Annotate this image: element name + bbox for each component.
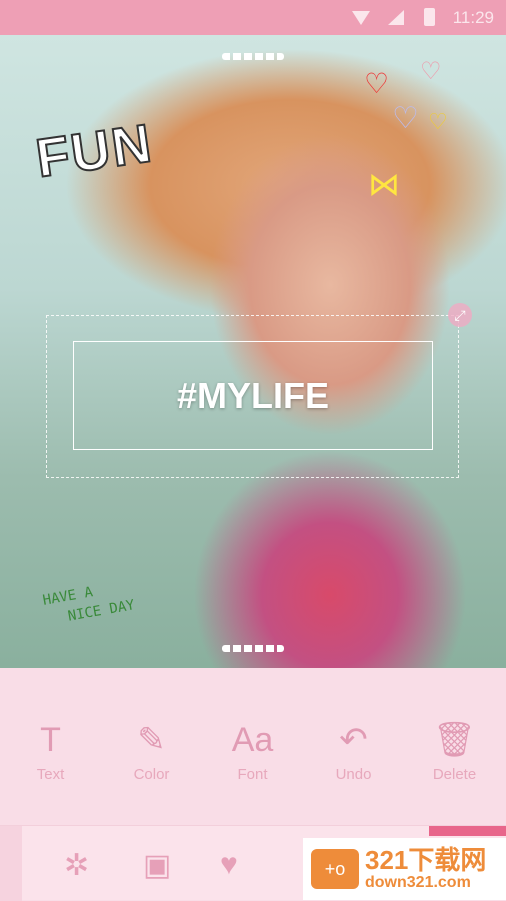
undo-button[interactable]: ↶ Undo: [303, 718, 404, 783]
heart-sticker-icon[interactable]: ♡: [364, 67, 389, 100]
delete-label: Delete: [432, 766, 477, 783]
trash-icon: 🗑: [432, 721, 477, 759]
edit-toolbar: T Text ✎ Color Aa Font ↶ Undo 🗑 Delete: [0, 668, 506, 825]
font-button[interactable]: Aa Font: [202, 718, 303, 783]
color-label: Color: [133, 766, 170, 783]
wifi-icon: [352, 11, 370, 25]
font-icon: Aa: [231, 721, 274, 759]
scroll-left-button[interactable]: [0, 826, 22, 901]
watermark: +o 321下载网 down321.com: [303, 838, 506, 900]
active-tab-indicator: [429, 826, 506, 836]
heart-sticker-icon[interactable]: ♡: [428, 109, 448, 135]
text-icon: T: [40, 721, 61, 759]
bottom-drag-handle[interactable]: [222, 645, 284, 652]
status-time: 11:29: [452, 8, 494, 27]
heart-sticker-icon[interactable]: ♡: [420, 57, 442, 86]
color-button[interactable]: ✎ Color: [101, 718, 202, 783]
heart-sticker-icon[interactable]: ♡: [392, 101, 419, 136]
resize-handle-icon[interactable]: ⤢: [448, 303, 472, 327]
font-label: Font: [237, 766, 268, 783]
status-bar: 11:29: [0, 0, 506, 35]
text-button[interactable]: T Text: [0, 718, 101, 783]
text-overlay[interactable]: #MYLIFE: [73, 341, 433, 450]
undo-icon: ↶: [339, 721, 368, 759]
photo-canvas[interactable]: FUN ♡ ♡ ♡ ♡ ⋈ #MYLIFE ⤢ HAVE A NICE DAY: [0, 35, 506, 668]
text-label: Text: [36, 766, 65, 783]
frame-icon[interactable]: ▣: [143, 848, 171, 883]
undo-label: Undo: [335, 766, 372, 783]
watermark-title: 321下载网: [365, 845, 487, 875]
eyedropper-icon: ✎: [137, 721, 166, 759]
watermark-url: down321.com: [365, 874, 471, 891]
delete-button[interactable]: 🗑 Delete: [404, 718, 505, 783]
heart-icon[interactable]: ♥: [220, 848, 238, 882]
bow-sticker-icon[interactable]: ⋈: [368, 165, 400, 203]
gamepad-logo-icon: +o: [311, 849, 359, 889]
signal-icon: [388, 10, 404, 25]
aperture-icon[interactable]: ✲: [64, 848, 89, 883]
fun-sticker[interactable]: FUN: [31, 112, 157, 190]
nice-day-sticker[interactable]: HAVE A NICE DAY: [41, 576, 136, 631]
top-drag-handle[interactable]: [222, 53, 284, 60]
battery-icon: [424, 8, 435, 26]
